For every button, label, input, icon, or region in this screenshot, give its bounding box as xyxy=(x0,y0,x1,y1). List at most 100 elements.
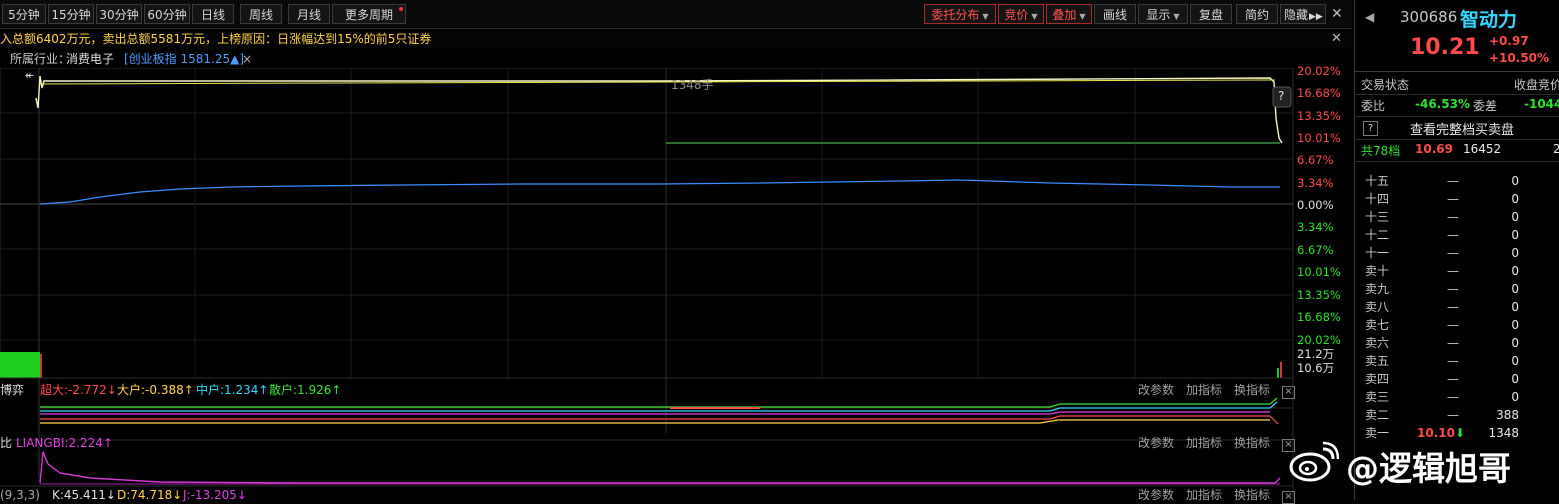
ask-row[interactable]: 十一 —0 xyxy=(1355,244,1559,262)
stock-code: 300686 xyxy=(1400,8,1458,26)
order-distribution-button[interactable]: 委托分布 ▼ xyxy=(924,4,996,24)
levels-label: 共78档 xyxy=(1361,144,1401,158)
ask-row[interactable]: 十四 —0 xyxy=(1355,190,1559,208)
display-button[interactable]: 显示 ▼ xyxy=(1138,4,1188,24)
ask-row[interactable]: 卖九 —0 xyxy=(1355,280,1559,298)
tick-up-6: 3.34% xyxy=(1297,176,1334,190)
ask-row[interactable]: 十二 —0 xyxy=(1355,226,1559,244)
switch-indicator-button[interactable]: 换指标 xyxy=(1234,383,1270,397)
help-icon[interactable]: ? xyxy=(1363,121,1378,136)
caret-down-icon: ▼ xyxy=(982,12,989,21)
period-5min-button[interactable]: 5分钟 xyxy=(2,4,46,24)
kdj-params: (9,3,3) xyxy=(0,488,40,502)
ask-row[interactable]: 卖二 —388 xyxy=(1355,406,1559,424)
tick-up-3: 13.35% xyxy=(1297,109,1341,123)
order-ratio-label: 委比 xyxy=(1361,99,1386,113)
ask-row[interactable]: 卖八 —0 xyxy=(1355,298,1559,316)
tick-down-1: 3.34% xyxy=(1297,220,1334,234)
index-link[interactable]: [创业板指 1581.25▲] xyxy=(124,49,244,69)
help-icon[interactable]: ? xyxy=(1278,89,1284,103)
draw-line-button[interactable]: 画线 xyxy=(1094,4,1136,24)
add-indicator-button[interactable]: 加指标 xyxy=(1186,436,1222,450)
kdj-k: K:45.411↓ xyxy=(52,488,116,502)
ask-row[interactable]: 卖六 —0 xyxy=(1355,334,1559,352)
price-line xyxy=(35,75,1283,144)
replay-button[interactable]: 复盘 xyxy=(1190,4,1232,24)
panel2-buttons: 改参数 加指标 换指标 × xyxy=(1126,435,1295,452)
add-indicator-button[interactable]: 加指标 xyxy=(1186,383,1222,397)
dragon-tiger-notice: 入总额6402万元，卖出总额5581万元，上榜原因：日涨幅达到15%的前5只证券… xyxy=(0,29,1352,49)
tick-down-5: 16.68% xyxy=(1297,310,1341,324)
simple-button[interactable]: 简约 xyxy=(1236,4,1278,24)
order-diff-label: 委差 xyxy=(1473,99,1498,113)
notice-text: 入总额6402万元，卖出总额5581万元，上榜原因：日涨幅达到15%的前5只证券 xyxy=(0,32,432,46)
period-week-button[interactable]: 周线 xyxy=(240,4,282,24)
auction-button[interactable]: 竞价 ▼ xyxy=(998,4,1044,24)
weibo-watermark xyxy=(1287,441,1340,486)
period-15min-button[interactable]: 15分钟 xyxy=(48,4,94,24)
ask-row[interactable]: 十三 —0 xyxy=(1355,208,1559,226)
kdj-panel-header: (9,3,3) K:45.411↓ D:74.718↓ J:-13.205↓ 改… xyxy=(0,487,1295,504)
tick-down-6: 20.02% xyxy=(1297,333,1341,347)
levels-volume: 16452 xyxy=(1463,142,1502,156)
ask-row[interactable]: 卖三 —0 xyxy=(1355,388,1559,406)
tick-up-5: 6.67% xyxy=(1297,153,1334,167)
price-change-pct: +10.50% xyxy=(1489,51,1550,65)
retail-value: 散户:1.926↑ xyxy=(269,383,342,397)
watermark-text: @逻辑旭哥 xyxy=(1346,449,1511,488)
ask-row[interactable]: 卖四 —0 xyxy=(1355,370,1559,388)
industry-bar: 所属行业： 消费电子 [创业板指 1581.25▲] × xyxy=(0,49,1352,69)
weibo-logo-icon xyxy=(1289,441,1340,482)
order-ratio-value: -46.53% xyxy=(1415,97,1470,111)
switch-indicator-button[interactable]: 换指标 xyxy=(1234,436,1270,450)
industry-value[interactable]: 消费电子 xyxy=(66,49,114,69)
ask-row[interactable]: 卖七 —0 xyxy=(1355,316,1559,334)
panel3-buttons: 改参数 加指标 换指标 × xyxy=(1126,487,1295,504)
ask-row[interactable]: 卖五 —0 xyxy=(1355,352,1559,370)
medium-value: 中户:1.234↑ xyxy=(196,383,269,397)
levels-extra: 2 xyxy=(1553,142,1559,156)
overlay-button[interactable]: 叠加 ▼ xyxy=(1046,4,1092,24)
ask-row-sell1[interactable]: 卖一 10.10 ⬇ 1348 xyxy=(1355,424,1559,442)
tick-down-4: 13.35% xyxy=(1297,288,1341,302)
panel1-buttons: 改参数 加指标 换指标 × xyxy=(1126,382,1295,399)
hide-label: 隐藏 xyxy=(1284,8,1309,22)
period-30min-button[interactable]: 30分钟 xyxy=(96,4,142,24)
index-name: [创业板指 xyxy=(124,52,177,66)
industry-label: 所属行业： xyxy=(10,52,71,66)
close-index-icon[interactable]: × xyxy=(242,49,252,69)
last-price: 10.21 xyxy=(1410,35,1480,60)
large-value: 大户:-0.388↑ xyxy=(117,383,194,397)
tick-down-3: 10.01% xyxy=(1297,265,1341,279)
full-depth-link[interactable]: 查看完整档买卖盘 xyxy=(1410,119,1514,138)
left-arrow-icon[interactable]: ↞ xyxy=(25,69,34,82)
edit-params-button[interactable]: 改参数 xyxy=(1138,383,1174,397)
down-arrow-icon: ⬇ xyxy=(1455,426,1466,440)
quote-side-panel: ◀ 300686 智动力 10.21 +0.97 +10.50% 交易状态 收盘… xyxy=(1354,0,1559,500)
close-panel-icon[interactable]: × xyxy=(1282,386,1295,399)
caret-down-icon: ▼ xyxy=(1173,12,1180,21)
close-icon[interactable]: ✕ xyxy=(1331,6,1343,22)
close-panel-icon[interactable]: × xyxy=(1282,491,1295,504)
caret-down-icon: ▼ xyxy=(1079,12,1086,21)
ask-row[interactable]: 卖十 —0 xyxy=(1355,262,1559,280)
close-notice-icon[interactable]: ✕ xyxy=(1331,29,1342,49)
more-periods-label: 更多周期 xyxy=(344,8,393,22)
period-toolbar: 5分钟 15分钟 30分钟 60分钟 日线 周线 月线 更多周期 委托分布 ▼ 竞… xyxy=(0,0,1352,29)
ask-row[interactable]: 十五 —0 xyxy=(1355,172,1559,190)
more-periods-button[interactable]: 更多周期 xyxy=(332,4,406,24)
panel2-prefix: 比 xyxy=(0,436,13,450)
period-day-button[interactable]: 日线 xyxy=(192,4,234,24)
edit-params-button[interactable]: 改参数 xyxy=(1138,436,1174,450)
price-change: +0.97 xyxy=(1489,34,1529,48)
stock-name: 智动力 xyxy=(1460,9,1518,31)
period-60min-button[interactable]: 60分钟 xyxy=(144,4,190,24)
hide-button[interactable]: 隐藏▶▶ xyxy=(1280,4,1326,24)
period-month-button[interactable]: 月线 xyxy=(288,4,330,24)
volume-bars xyxy=(0,352,1282,378)
notification-dot-icon xyxy=(399,7,403,11)
caret-down-icon: ▼ xyxy=(1031,12,1038,21)
trade-status-label: 交易状态 xyxy=(1361,78,1410,92)
double-chevron-right-icon: ▶▶ xyxy=(1309,12,1323,22)
prev-stock-icon[interactable]: ◀ xyxy=(1365,10,1374,24)
